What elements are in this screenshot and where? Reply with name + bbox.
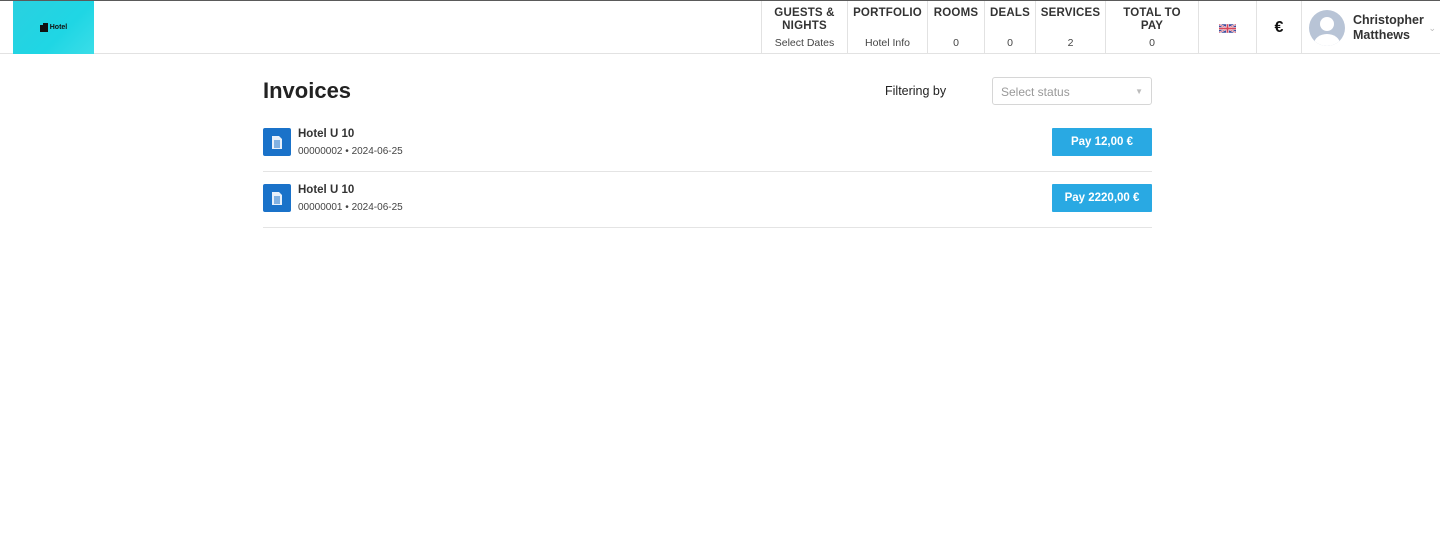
chevron-down-icon: ⌄ (1428, 23, 1436, 33)
nav-value: Hotel Info (865, 37, 910, 49)
nav-title: SERVICES (1040, 7, 1101, 19)
invoice-meta: 00000002 • 2024-06-25 (298, 146, 403, 157)
nav-services[interactable]: SERVICES 2 (1035, 1, 1105, 54)
nav-deals[interactable]: DEALS 0 (984, 1, 1035, 54)
user-menu[interactable]: Christopher Matthews ⌄ (1301, 1, 1440, 54)
nav-value: 2 (1067, 37, 1074, 49)
nav-guests-nights[interactable]: GUESTS & NIGHTS Select Dates (761, 1, 847, 54)
nav-title: PORTFOLIO (853, 7, 922, 19)
nav-title: ROOMS (933, 7, 979, 19)
building-icon (39, 23, 48, 32)
filter-label: Filtering by (885, 84, 947, 98)
nav-total-to-pay[interactable]: TOTAL TO PAY 0 (1105, 1, 1198, 54)
status-select-placeholder: Select status (1001, 85, 1070, 99)
document-icon (263, 184, 291, 212)
nav-value: 0 (953, 37, 959, 49)
uk-flag-icon (1219, 22, 1236, 34)
user-name: Christopher Matthews (1353, 12, 1424, 42)
invoice-list: Hotel U 10 00000002 • 2024-06-25 Pay 12,… (263, 116, 1152, 228)
invoice-hotel-name: Hotel U 10 (298, 128, 355, 140)
pay-button[interactable]: Pay 12,00 € (1052, 128, 1152, 156)
invoice-row: Hotel U 10 00000001 • 2024-06-25 Pay 222… (263, 172, 1152, 228)
nav-title: TOTAL TO PAY (1123, 7, 1181, 32)
nav-portfolio[interactable]: PORTFOLIO Hotel Info (847, 1, 927, 54)
hotel-logo[interactable]: Hotel (13, 1, 94, 54)
currency-selector[interactable]: € (1256, 1, 1301, 54)
top-bar: Hotel GUESTS & NIGHTS Select Dates PORTF… (0, 0, 1440, 54)
invoice-meta: 00000001 • 2024-06-25 (298, 202, 403, 213)
language-selector[interactable] (1198, 1, 1256, 54)
page-title: Invoices (263, 78, 352, 103)
logo-text: Hotel (49, 24, 68, 31)
invoice-hotel-name: Hotel U 10 (298, 184, 355, 196)
avatar (1309, 9, 1345, 46)
nav-value: 0 (1149, 37, 1155, 49)
pay-button[interactable]: Pay 2220,00 € (1052, 184, 1152, 212)
nav-value: Select Dates (774, 37, 835, 49)
nav-value: 0 (1007, 37, 1013, 49)
nav-title: DEALS (990, 7, 1030, 19)
status-select[interactable]: Select status ▼ (992, 77, 1152, 105)
euro-icon: € (1274, 19, 1284, 36)
nav-title: GUESTS & NIGHTS (774, 7, 835, 32)
invoice-row: Hotel U 10 00000002 • 2024-06-25 Pay 12,… (263, 116, 1152, 172)
top-nav: GUESTS & NIGHTS Select Dates PORTFOLIO H… (761, 1, 1440, 54)
nav-rooms[interactable]: ROOMS 0 (927, 1, 984, 54)
chevron-down-icon: ▼ (1135, 87, 1143, 96)
document-icon (263, 128, 291, 156)
